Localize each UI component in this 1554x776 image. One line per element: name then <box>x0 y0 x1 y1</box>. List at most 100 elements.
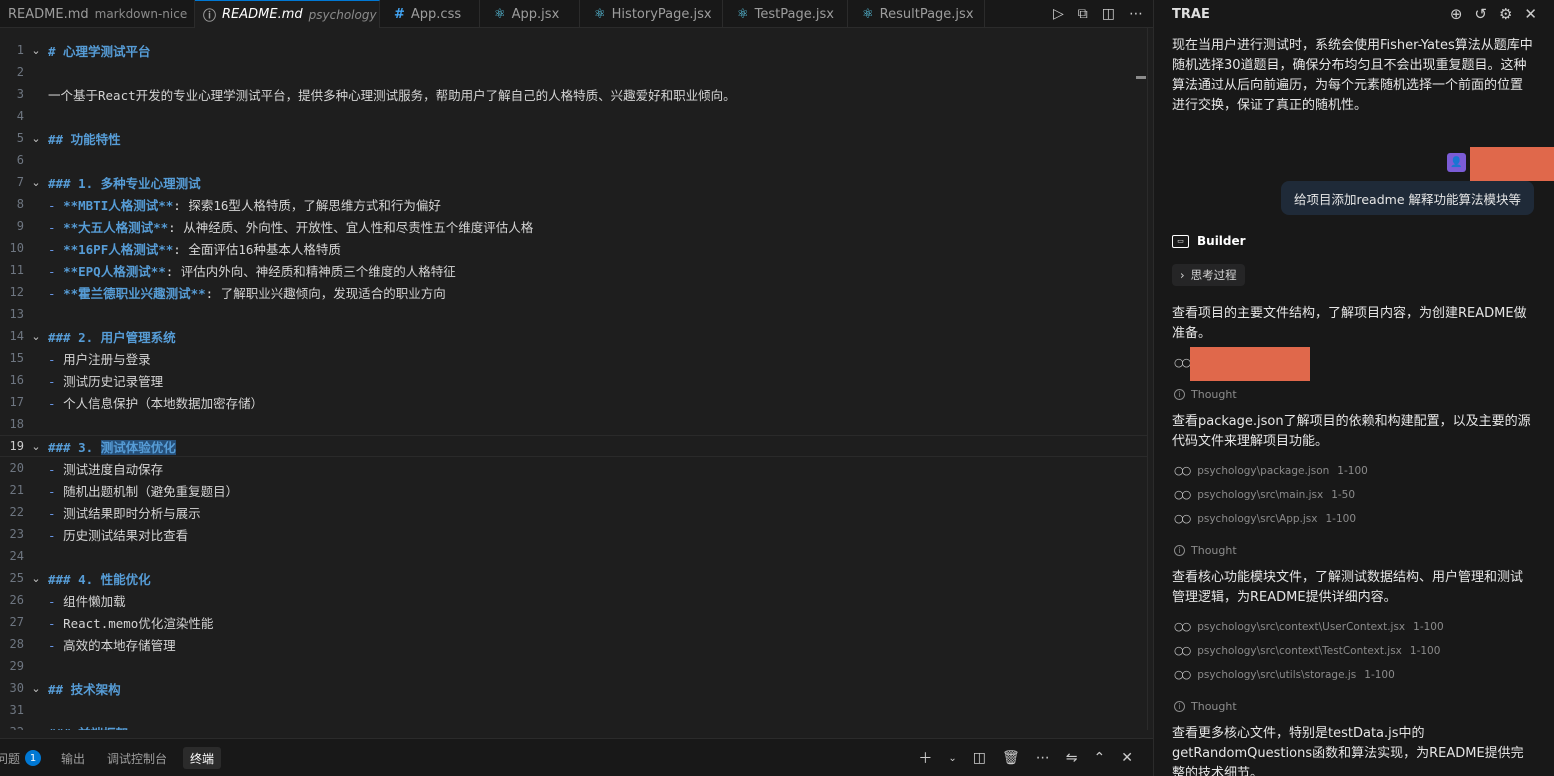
more-icon[interactable]: ⋯ <box>1129 6 1143 22</box>
code-line[interactable]: 15 - 用户注册与登录 <box>0 347 1147 369</box>
code-line[interactable]: 22 - 测试结果即时分析与展示 <box>0 501 1147 523</box>
file-reference[interactable]: ○○ psychology\src\utils\storage.js 1-100 <box>1174 668 1395 681</box>
line-text: - **霍兰德职业兴趣测试**: 了解职业兴趣倾向，发现适合的职业方向 <box>48 283 446 302</box>
code-line[interactable]: 28 - 高效的本地存储管理 <box>0 633 1147 655</box>
close-icon[interactable]: ✕ <box>1121 750 1133 766</box>
code-line[interactable]: 5 ⌄ ## 功能特性 <box>0 127 1147 149</box>
token: : 了解职业兴趣倾向，发现适合的职业方向 <box>205 285 446 301</box>
more-icon[interactable]: ⋯ <box>1036 750 1050 766</box>
new-chat-icon[interactable]: ⊕ <box>1450 5 1463 23</box>
code-line[interactable]: 20 - 测试进度自动保存 <box>0 457 1147 479</box>
code-line[interactable]: 30 ⌄ ## 技术架构 <box>0 677 1147 699</box>
code-line[interactable]: 8 - **MBTI人格测试**: 探索16型人格特质，了解思维方式和行为偏好 <box>0 193 1147 215</box>
tab-resultpage-jsx[interactable]: ⚛ ResultPage.jsx <box>848 0 985 28</box>
open-preview-icon[interactable]: ⧉ <box>1078 6 1088 22</box>
fold-chevron-icon[interactable]: ⌄ <box>24 176 48 189</box>
chevron-down-icon[interactable]: ⌄ <box>948 753 956 764</box>
tab-historypage-jsx[interactable]: ⚛ HistoryPage.jsx <box>580 0 723 28</box>
token: : 评估内外向、神经质和精神质三个维度的人格特征 <box>165 263 456 279</box>
fold-chevron-icon[interactable]: ⌄ <box>24 682 48 695</box>
line-number: 25 <box>9 571 24 585</box>
panel-tab-problems[interactable]: 问题 1 <box>0 747 42 769</box>
chevron-up-icon[interactable]: ⌃ <box>1094 750 1106 766</box>
token: ### 1. 多种专业心理测试 <box>48 175 201 191</box>
line-number: 22 <box>9 505 24 519</box>
fold-chevron-icon[interactable]: ⌄ <box>24 132 48 145</box>
line-range: 1-100 <box>1325 512 1356 525</box>
info-icon: i <box>1174 545 1185 556</box>
split-terminal-icon[interactable]: ◫ <box>973 750 986 766</box>
code-line[interactable]: 21 - 随机出题机制（避免重复题目） <box>0 479 1147 501</box>
code-line[interactable]: 6 <box>0 149 1147 171</box>
thought-indicator[interactable]: i Thought <box>1174 544 1237 557</box>
code-line[interactable]: 32 ### 前端框架 <box>0 721 1147 730</box>
code-view[interactable]: 1 ⌄ # 心理学测试平台 2 3 一个基于React开发的专业心理学测试平台，提供多种心… <box>0 40 1147 730</box>
code-line[interactable]: 24 <box>0 545 1147 567</box>
line-number: 7 <box>16 175 24 189</box>
code-line[interactable]: 13 <box>0 303 1147 325</box>
code-line[interactable]: 9 - **大五人格测试**: 从神经质、外向性、开放性、宜人性和尽责性五个维度评… <box>0 215 1147 237</box>
code-line[interactable]: 14 ⌄ ### 2. 用户管理系统 <box>0 325 1147 347</box>
line-text: - 测试进度自动保存 <box>48 459 163 478</box>
tab-app-css[interactable]: # App.css <box>380 0 480 28</box>
thought-indicator[interactable]: i Thought <box>1174 388 1237 401</box>
code-line[interactable]: 12 - **霍兰德职业兴趣测试**: 了解职业兴趣倾向，发现适合的职业方向 <box>0 281 1147 303</box>
code-line[interactable]: 27 - React.memo优化渲染性能 <box>0 611 1147 633</box>
file-reference[interactable]: ○○ psychology\src\context\UserContext.js… <box>1174 620 1444 633</box>
thinking-process-toggle[interactable]: › 思考过程 <box>1172 264 1245 286</box>
code-line[interactable]: 16 - 测试历史记录管理 <box>0 369 1147 391</box>
editor-area: README.md markdown-nice ⓘ README.md psyc… <box>0 0 1153 776</box>
trash-icon[interactable]: 🗑 <box>1002 750 1020 766</box>
fold-chevron-icon[interactable]: ⌄ <box>24 572 48 585</box>
new-terminal-icon[interactable]: ＋ <box>918 748 932 768</box>
code-line[interactable]: 1 ⌄ # 心理学测试平台 <box>0 40 1147 61</box>
code-line[interactable]: 3 一个基于React开发的专业心理学测试平台，提供多种心理测试服务，帮助用户了解… <box>0 83 1147 105</box>
code-line[interactable]: 19 ⌄ ### 3. 测试体验优化 <box>0 435 1147 457</box>
file-reference[interactable]: ○○ psychology\src\main.jsx 1-50 <box>1174 488 1355 501</box>
tab-readme-psychology[interactable]: ⓘ README.md psychology ✕ <box>195 0 380 28</box>
token: : 探索16型人格特质，了解思维方式和行为偏好 <box>173 197 441 213</box>
code-line[interactable]: 10 - **16PF人格测试**: 全面评估16种基本人格特质 <box>0 237 1147 259</box>
panel-tab-terminal[interactable]: 终端 <box>183 747 222 769</box>
line-number: 3 <box>16 87 24 101</box>
glasses-icon: ○○ <box>1174 488 1191 501</box>
editor-actions: ▷ ⧉ ◫ ⋯ <box>1053 0 1143 28</box>
fold-chevron-icon[interactable]: ⌄ <box>24 44 48 57</box>
code-line[interactable]: 23 - 历史测试结果对比查看 <box>0 523 1147 545</box>
fold-chevron-icon[interactable]: ⌄ <box>24 330 48 343</box>
code-line[interactable]: 17 - 个人信息保护（本地数据加密存储） <box>0 391 1147 413</box>
code-line[interactable]: 11 - **EPQ人格测试**: 评估内外向、神经质和精神质三个维度的人格特征 <box>0 259 1147 281</box>
run-icon[interactable]: ▷ <box>1053 6 1064 22</box>
tab-testpage-jsx[interactable]: ⚛ TestPage.jsx <box>723 0 848 28</box>
file-reference[interactable]: ○○ psychology\package.json 1-100 <box>1174 464 1368 477</box>
close-icon[interactable]: ✕ <box>1524 5 1537 23</box>
step-text: 查看项目的主要文件结构，了解项目内容，为创建README做准备。 <box>1172 306 1527 341</box>
panel-tab-output[interactable]: 输出 <box>61 747 85 769</box>
code-line[interactable]: 31 <box>0 699 1147 721</box>
line-number: 9 <box>16 219 24 233</box>
layout-icon[interactable]: ⇋ <box>1066 750 1078 766</box>
tab-app-jsx[interactable]: ⚛ App.jsx <box>480 0 580 28</box>
file-reference-redacted[interactable]: ○○ <box>1174 356 1191 369</box>
file-reference[interactable]: ○○ psychology\src\App.jsx 1-100 <box>1174 512 1356 525</box>
line-number: 28 <box>9 637 24 651</box>
code-line[interactable]: 29 <box>0 655 1147 677</box>
tab-readme-markdown-nice[interactable]: README.md markdown-nice <box>0 0 195 28</box>
token: 测试体验优化 <box>100 439 176 455</box>
code-line[interactable]: 26 - 组件懒加载 <box>0 589 1147 611</box>
split-editor-icon[interactable]: ◫ <box>1102 6 1115 22</box>
fold-chevron-icon[interactable]: ⌄ <box>24 440 48 453</box>
code-line[interactable]: 2 <box>0 61 1147 83</box>
panel-tab-debug-console[interactable]: 调试控制台 <box>107 747 167 769</box>
line-number: 18 <box>9 417 24 431</box>
code-line[interactable]: 18 <box>0 413 1147 435</box>
file-reference[interactable]: ○○ psychology\src\context\TestContext.js… <box>1174 644 1440 657</box>
code-line[interactable]: 7 ⌄ ### 1. 多种专业心理测试 <box>0 171 1147 193</box>
code-line[interactable]: 25 ⌄ ### 4. 性能优化 <box>0 567 1147 589</box>
redacted-file-reference <box>1190 347 1310 381</box>
history-icon[interactable]: ↺ <box>1474 5 1487 23</box>
line-text: - React.memo优化渲染性能 <box>48 613 213 632</box>
gear-icon[interactable]: ⚙ <box>1499 5 1512 23</box>
code-line[interactable]: 4 <box>0 105 1147 127</box>
thought-indicator[interactable]: i Thought <box>1174 700 1237 713</box>
